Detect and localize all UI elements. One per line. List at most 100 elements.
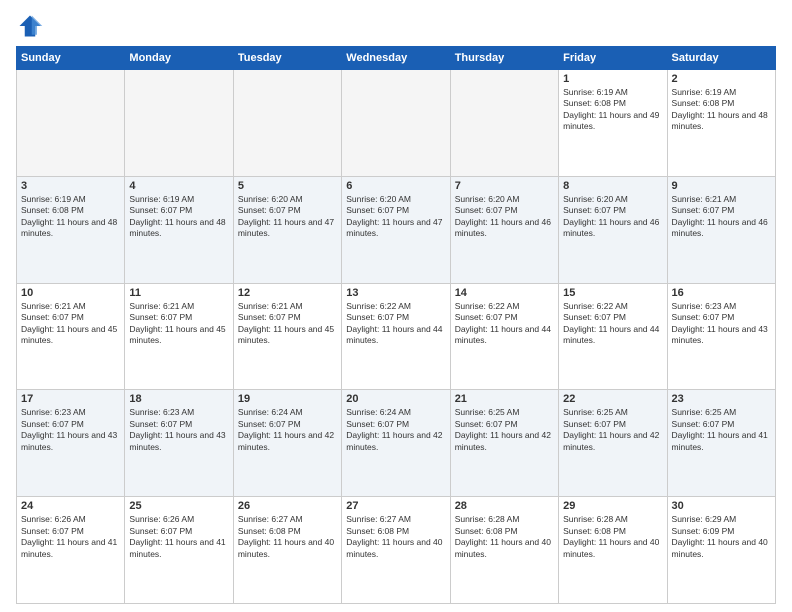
day-info: Sunrise: 6:23 AM Sunset: 6:07 PM Dayligh… bbox=[21, 407, 120, 453]
day-info: Sunrise: 6:20 AM Sunset: 6:07 PM Dayligh… bbox=[238, 194, 337, 240]
day-info: Sunrise: 6:25 AM Sunset: 6:07 PM Dayligh… bbox=[672, 407, 771, 453]
day-info: Sunrise: 6:28 AM Sunset: 6:08 PM Dayligh… bbox=[563, 514, 662, 560]
day-info: Sunrise: 6:26 AM Sunset: 6:07 PM Dayligh… bbox=[21, 514, 120, 560]
page: SundayMondayTuesdayWednesdayThursdayFrid… bbox=[0, 0, 792, 612]
day-number: 6 bbox=[346, 180, 445, 192]
day-number: 4 bbox=[129, 180, 228, 192]
day-number: 30 bbox=[672, 500, 771, 512]
day-number: 17 bbox=[21, 393, 120, 405]
calendar-cell: 27Sunrise: 6:27 AM Sunset: 6:08 PM Dayli… bbox=[342, 497, 450, 604]
calendar-cell: 2 Sunrise: 6:19 AM Sunset: 6:08 PM Daylig… bbox=[667, 70, 775, 177]
day-number: 23 bbox=[672, 393, 771, 405]
calendar-cell bbox=[342, 70, 450, 177]
day-info: Sunrise: 6:25 AM Sunset: 6:07 PM Dayligh… bbox=[563, 407, 662, 453]
day-info: Sunrise: 6:27 AM Sunset: 6:08 PM Dayligh… bbox=[346, 514, 445, 560]
weekday-header-saturday: Saturday bbox=[667, 47, 775, 70]
calendar-cell: 3 Sunrise: 6:19 AM Sunset: 6:08 PM Daylig… bbox=[17, 176, 125, 283]
day-info: Sunrise: 6:21 AM Sunset: 6:07 PM Dayligh… bbox=[21, 301, 120, 347]
calendar-cell: 14Sunrise: 6:22 AM Sunset: 6:07 PM Dayli… bbox=[450, 283, 558, 390]
calendar-cell: 5 Sunrise: 6:20 AM Sunset: 6:07 PM Daylig… bbox=[233, 176, 341, 283]
day-info: Sunrise: 6:27 AM Sunset: 6:08 PM Dayligh… bbox=[238, 514, 337, 560]
day-number: 29 bbox=[563, 500, 662, 512]
day-number: 25 bbox=[129, 500, 228, 512]
day-info: Sunrise: 6:24 AM Sunset: 6:07 PM Dayligh… bbox=[346, 407, 445, 453]
day-number: 16 bbox=[672, 287, 771, 299]
day-number: 14 bbox=[455, 287, 554, 299]
calendar-cell: 6 Sunrise: 6:20 AM Sunset: 6:07 PM Daylig… bbox=[342, 176, 450, 283]
day-info: Sunrise: 6:20 AM Sunset: 6:07 PM Dayligh… bbox=[563, 194, 662, 240]
weekday-header-row: SundayMondayTuesdayWednesdayThursdayFrid… bbox=[17, 47, 776, 70]
calendar-cell bbox=[125, 70, 233, 177]
day-info: Sunrise: 6:21 AM Sunset: 6:07 PM Dayligh… bbox=[672, 194, 771, 240]
calendar-cell: 24 Sunrise: 6:26 AM Sunset: 6:07 PM Dayli… bbox=[17, 497, 125, 604]
day-info: Sunrise: 6:29 AM Sunset: 6:09 PM Dayligh… bbox=[672, 514, 771, 560]
calendar-cell bbox=[17, 70, 125, 177]
calendar-cell: 18 Sunrise: 6:23 AM Sunset: 6:07 PM Dayli… bbox=[125, 390, 233, 497]
day-info: Sunrise: 6:21 AM Sunset: 6:07 PM Dayligh… bbox=[238, 301, 337, 347]
day-number: 5 bbox=[238, 180, 337, 192]
day-number: 7 bbox=[455, 180, 554, 192]
calendar-cell bbox=[450, 70, 558, 177]
logo bbox=[16, 12, 48, 40]
day-number: 28 bbox=[455, 500, 554, 512]
day-number: 13 bbox=[346, 287, 445, 299]
day-info: Sunrise: 6:19 AM Sunset: 6:07 PM Dayligh… bbox=[129, 194, 228, 240]
calendar-cell: 25Sunrise: 6:26 AM Sunset: 6:07 PM Dayli… bbox=[125, 497, 233, 604]
weekday-header-wednesday: Wednesday bbox=[342, 47, 450, 70]
calendar-cell: 8Sunrise: 6:20 AM Sunset: 6:07 PM Daylig… bbox=[559, 176, 667, 283]
calendar-week-row-1: 1 Sunrise: 6:19 AM Sunset: 6:08 PM Daylig… bbox=[17, 70, 776, 177]
calendar-cell: 12 Sunrise: 6:21 AM Sunset: 6:07 PM Dayli… bbox=[233, 283, 341, 390]
calendar-cell: 16 Sunrise: 6:23 AM Sunset: 6:07 PM Dayli… bbox=[667, 283, 775, 390]
day-number: 3 bbox=[21, 180, 120, 192]
day-number: 18 bbox=[129, 393, 228, 405]
day-info: Sunrise: 6:23 AM Sunset: 6:07 PM Dayligh… bbox=[672, 301, 771, 347]
calendar-cell: 10 Sunrise: 6:21 AM Sunset: 6:07 PM Dayli… bbox=[17, 283, 125, 390]
calendar-cell: 19Sunrise: 6:24 AM Sunset: 6:07 PM Dayli… bbox=[233, 390, 341, 497]
logo-icon bbox=[16, 12, 44, 40]
calendar-cell: 9Sunrise: 6:21 AM Sunset: 6:07 PM Daylig… bbox=[667, 176, 775, 283]
calendar-cell: 4 Sunrise: 6:19 AM Sunset: 6:07 PM Daylig… bbox=[125, 176, 233, 283]
calendar-cell: 11 Sunrise: 6:21 AM Sunset: 6:07 PM Dayli… bbox=[125, 283, 233, 390]
calendar-cell: 7 Sunrise: 6:20 AM Sunset: 6:07 PM Daylig… bbox=[450, 176, 558, 283]
calendar-cell: 1 Sunrise: 6:19 AM Sunset: 6:08 PM Daylig… bbox=[559, 70, 667, 177]
calendar-cell: 20 Sunrise: 6:24 AM Sunset: 6:07 PM Dayli… bbox=[342, 390, 450, 497]
day-info: Sunrise: 6:23 AM Sunset: 6:07 PM Dayligh… bbox=[129, 407, 228, 453]
day-info: Sunrise: 6:21 AM Sunset: 6:07 PM Dayligh… bbox=[129, 301, 228, 347]
day-info: Sunrise: 6:19 AM Sunset: 6:08 PM Dayligh… bbox=[563, 87, 662, 133]
day-number: 12 bbox=[238, 287, 337, 299]
calendar-cell: 22 Sunrise: 6:25 AM Sunset: 6:07 PM Dayli… bbox=[559, 390, 667, 497]
day-number: 22 bbox=[563, 393, 662, 405]
day-info: Sunrise: 6:25 AM Sunset: 6:07 PM Dayligh… bbox=[455, 407, 554, 453]
weekday-header-sunday: Sunday bbox=[17, 47, 125, 70]
day-info: Sunrise: 6:19 AM Sunset: 6:08 PM Dayligh… bbox=[21, 194, 120, 240]
day-number: 2 bbox=[672, 73, 771, 85]
day-info: Sunrise: 6:20 AM Sunset: 6:07 PM Dayligh… bbox=[455, 194, 554, 240]
calendar-cell: 23 Sunrise: 6:25 AM Sunset: 6:07 PM Dayli… bbox=[667, 390, 775, 497]
day-number: 21 bbox=[455, 393, 554, 405]
day-number: 10 bbox=[21, 287, 120, 299]
day-number: 1 bbox=[563, 73, 662, 85]
calendar-table: SundayMondayTuesdayWednesdayThursdayFrid… bbox=[16, 46, 776, 604]
day-info: Sunrise: 6:19 AM Sunset: 6:08 PM Dayligh… bbox=[672, 87, 771, 133]
day-number: 20 bbox=[346, 393, 445, 405]
day-info: Sunrise: 6:28 AM Sunset: 6:08 PM Dayligh… bbox=[455, 514, 554, 560]
calendar-week-row-4: 17 Sunrise: 6:23 AM Sunset: 6:07 PM Dayli… bbox=[17, 390, 776, 497]
day-number: 11 bbox=[129, 287, 228, 299]
day-info: Sunrise: 6:20 AM Sunset: 6:07 PM Dayligh… bbox=[346, 194, 445, 240]
weekday-header-monday: Monday bbox=[125, 47, 233, 70]
day-info: Sunrise: 6:24 AM Sunset: 6:07 PM Dayligh… bbox=[238, 407, 337, 453]
calendar-cell: 21 Sunrise: 6:25 AM Sunset: 6:07 PM Dayli… bbox=[450, 390, 558, 497]
day-number: 24 bbox=[21, 500, 120, 512]
weekday-header-tuesday: Tuesday bbox=[233, 47, 341, 70]
day-info: Sunrise: 6:22 AM Sunset: 6:07 PM Dayligh… bbox=[346, 301, 445, 347]
weekday-header-thursday: Thursday bbox=[450, 47, 558, 70]
calendar-cell: 29 Sunrise: 6:28 AM Sunset: 6:08 PM Dayli… bbox=[559, 497, 667, 604]
calendar-week-row-3: 10 Sunrise: 6:21 AM Sunset: 6:07 PM Dayli… bbox=[17, 283, 776, 390]
calendar-cell: 30 Sunrise: 6:29 AM Sunset: 6:09 PM Dayli… bbox=[667, 497, 775, 604]
calendar-cell: 28 Sunrise: 6:28 AM Sunset: 6:08 PM Dayli… bbox=[450, 497, 558, 604]
day-info: Sunrise: 6:22 AM Sunset: 6:07 PM Dayligh… bbox=[563, 301, 662, 347]
weekday-header-friday: Friday bbox=[559, 47, 667, 70]
calendar-week-row-2: 3 Sunrise: 6:19 AM Sunset: 6:08 PM Daylig… bbox=[17, 176, 776, 283]
header bbox=[16, 12, 776, 40]
day-number: 26 bbox=[238, 500, 337, 512]
